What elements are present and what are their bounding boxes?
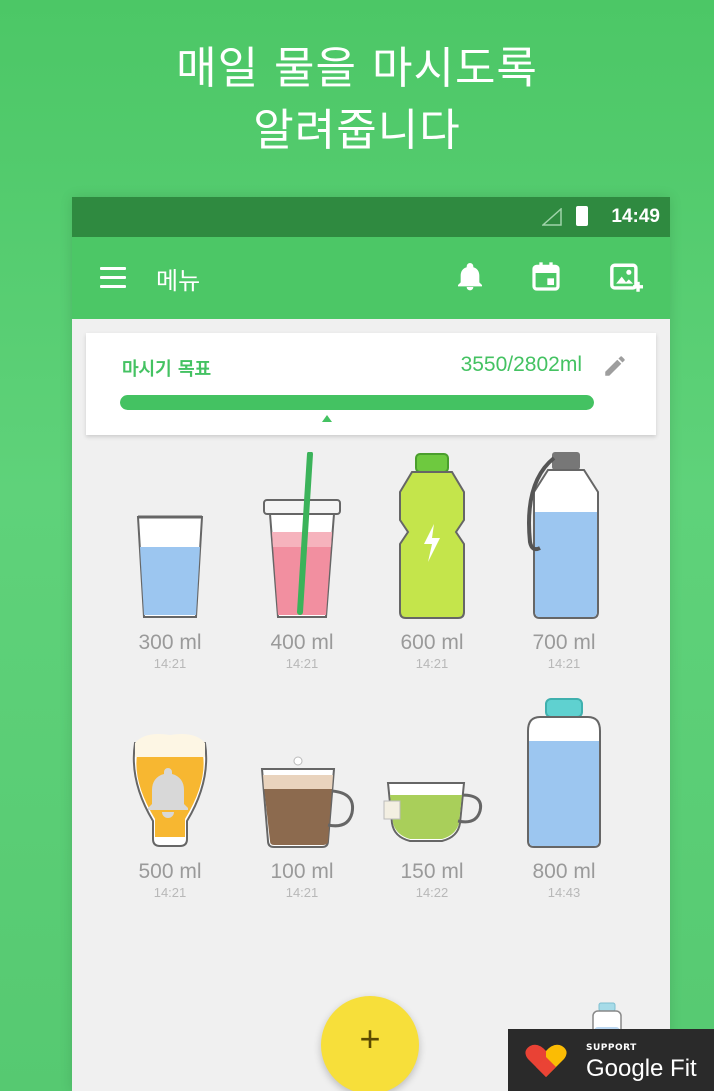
drink-time: 14:43 — [547, 885, 581, 900]
drink-amount: 500 ml — [138, 860, 202, 883]
drink-amount: 800 ml — [532, 860, 596, 883]
drink-time: 14:21 — [285, 656, 319, 671]
goal-progress-fill — [120, 395, 594, 410]
drink-amount: 700 ml — [532, 631, 596, 654]
bell-icon[interactable] — [454, 261, 486, 293]
coffee-cup-icon — [260, 756, 355, 848]
status-bar: 14:49 — [72, 197, 670, 237]
drink-entry[interactable]: 150 ml 14:22 — [362, 691, 502, 901]
drink-entry[interactable]: 300 ml 14:21 — [100, 452, 240, 672]
status-time: 14:49 — [611, 206, 660, 227]
headline-line-1: 매일 물을 마시도록 — [176, 43, 538, 94]
drink-amount: 300 ml — [138, 631, 202, 654]
drink-time: 14:21 — [153, 885, 187, 900]
smoothie-cup-icon — [263, 452, 341, 618]
goal-progress-bar — [120, 395, 594, 410]
menu-icon[interactable] — [100, 267, 126, 289]
phone-screen: 14:49 메뉴 마시기 목표 3550/2802ml 300 ml 14:21… — [72, 197, 670, 1091]
add-drink-label: + — [359, 1018, 381, 1059]
drink-entry[interactable]: 600 ml 14:21 — [362, 452, 502, 672]
goal-label: 마시기 목표 — [122, 359, 212, 380]
drink-amount: 600 ml — [400, 631, 464, 654]
drink-time: 14:21 — [153, 656, 187, 671]
drink-entry[interactable]: 400 ml 14:21 — [232, 452, 372, 672]
google-fit-name: Google Fit — [586, 1055, 697, 1082]
drink-amount: 100 ml — [270, 860, 334, 883]
drink-time: 14:21 — [285, 885, 319, 900]
drink-time: 14:21 — [547, 656, 581, 671]
goal-value: 3550/2802ml — [460, 353, 582, 376]
signal-icon — [542, 208, 562, 226]
app-bar: 메뉴 — [72, 237, 670, 319]
sports-bottle-icon — [399, 453, 465, 619]
drink-goal-card[interactable]: 마시기 목표 3550/2802ml — [86, 333, 656, 435]
progress-marker — [322, 415, 332, 422]
google-fit-support-label: SUPPORT — [586, 1043, 637, 1053]
drink-amount: 400 ml — [270, 631, 334, 654]
pencil-icon[interactable] — [602, 353, 628, 379]
promo-headline: 매일 물을 마시도록 알려줍니다 — [0, 38, 714, 162]
water-flask-icon — [527, 452, 599, 619]
drink-entry[interactable]: 700 ml 14:21 — [494, 452, 634, 672]
calendar-icon[interactable] — [530, 261, 562, 293]
water-glass-icon — [136, 515, 204, 618]
battery-icon — [576, 206, 588, 226]
google-fit-heart-icon — [525, 1044, 567, 1077]
add-drink-button[interactable]: + — [321, 996, 419, 1091]
drink-time: 14:21 — [415, 656, 449, 671]
app-bar-title[interactable]: 메뉴 — [156, 261, 200, 296]
drink-amount: 150 ml — [400, 860, 464, 883]
large-bottle-icon — [527, 698, 601, 848]
add-photo-icon[interactable] — [609, 261, 643, 295]
drink-entry[interactable]: 800 ml 14:43 — [494, 691, 634, 901]
google-fit-badge[interactable]: SUPPORT Google Fit — [508, 1029, 714, 1091]
drink-time: 14:22 — [415, 885, 449, 900]
tea-cup-icon — [383, 782, 483, 842]
drink-entry[interactable]: 100 ml 14:21 — [232, 691, 372, 901]
reminder-bell-icon — [148, 768, 188, 818]
headline-line-2: 알려줍니다 — [253, 105, 461, 156]
